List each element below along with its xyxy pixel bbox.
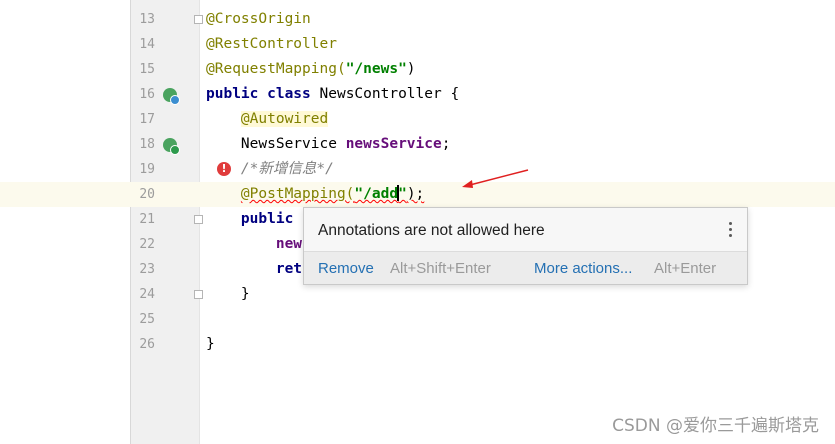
code-token: "/news"	[345, 61, 407, 77]
code-token: @CrossOrigin	[206, 11, 311, 27]
code-token: ret	[206, 261, 303, 277]
code-text[interactable]: ret	[206, 257, 302, 282]
line-number: 21	[139, 212, 155, 227]
code-token: "	[398, 186, 407, 202]
more-options-icon[interactable]	[729, 222, 733, 240]
code-text[interactable]: public	[206, 207, 293, 232]
navigate-autowired-icon[interactable]	[163, 138, 180, 155]
code-line[interactable]: 13 @CrossOrigin	[0, 7, 835, 32]
code-line[interactable]: 25	[0, 307, 835, 332]
watermark: CSDN @爱你三千遍斯塔克	[612, 416, 819, 436]
code-token: );	[406, 186, 425, 202]
code-token: public class	[206, 86, 320, 102]
line-number: 18	[139, 137, 155, 152]
code-text[interactable]: NewsService newsService;	[206, 132, 451, 157]
code-token: ;	[441, 136, 451, 152]
line-number: 23	[139, 262, 155, 277]
code-text[interactable]: @RequestMapping("/news")	[206, 57, 416, 82]
line-number: 24	[139, 287, 155, 302]
more-actions-link[interactable]: More actions...	[534, 260, 632, 277]
code-token: @Autowired	[240, 111, 329, 127]
error-bulb-icon[interactable]: !	[217, 162, 231, 176]
error-message: Annotations are not allowed here	[318, 222, 545, 239]
code-line[interactable]: 16 public class NewsController {	[0, 82, 835, 107]
code-line[interactable]: 20 @PostMapping("/add");	[0, 182, 835, 207]
line-number: 20	[139, 187, 155, 202]
fold-marker-icon[interactable]	[194, 215, 203, 224]
line-number: 17	[139, 112, 155, 127]
error-popup: Annotations are not allowed here Remove …	[303, 207, 748, 285]
code-text[interactable]: @PostMapping("/add");	[206, 182, 424, 207]
code-line[interactable]: 19 /*新增信息*/	[0, 157, 835, 182]
fold-marker-icon[interactable]	[194, 290, 203, 299]
code-text[interactable]: }	[206, 282, 250, 307]
line-number: 26	[139, 337, 155, 352]
line-number: 19	[139, 162, 155, 177]
spring-bean-icon[interactable]	[163, 88, 180, 105]
code-token: newsService	[345, 136, 442, 152]
line-number: 25	[139, 312, 155, 327]
code-token: @RestController	[206, 36, 337, 52]
code-line[interactable]: 18 NewsService newsService;	[0, 132, 835, 157]
quick-fix-bar: Remove Alt+Shift+Enter More actions... A…	[304, 251, 747, 284]
code-text[interactable]: @RestController	[206, 32, 337, 57]
code-line[interactable]: 17 @Autowired	[0, 107, 835, 132]
code-text[interactable]: public class NewsController {	[206, 82, 459, 107]
code-text[interactable]: }	[206, 332, 215, 357]
code-token: "/add	[354, 186, 399, 202]
code-token: }	[206, 286, 250, 302]
code-token: NewsController {	[319, 86, 460, 102]
code-line[interactable]: 26}	[0, 332, 835, 357]
code-text[interactable]: @Autowired	[206, 107, 329, 132]
code-text[interactable]: new	[206, 232, 302, 257]
code-line[interactable]: 24 }	[0, 282, 835, 307]
line-number: 15	[139, 62, 155, 77]
code-token: }	[206, 336, 215, 352]
code-token: NewsService	[206, 136, 346, 152]
code-token: @RequestMapping(	[206, 61, 346, 77]
fold-marker-icon[interactable]	[194, 15, 203, 24]
code-token: public	[206, 211, 294, 227]
code-line[interactable]: 15 @RequestMapping("/news")	[0, 57, 835, 82]
line-number: 22	[139, 237, 155, 252]
code-token: new	[206, 236, 303, 252]
red-arrow-annotation	[462, 169, 529, 188]
remove-shortcut: Alt+Shift+Enter	[390, 260, 491, 277]
line-number: 16	[139, 87, 155, 102]
remove-action[interactable]: Remove	[318, 260, 374, 277]
more-actions-shortcut: Alt+Enter	[654, 260, 717, 277]
code-token: @PostMapping(	[240, 186, 355, 202]
code-token: )	[406, 61, 416, 77]
line-number: 14	[139, 37, 155, 52]
line-number: 13	[139, 12, 155, 27]
code-text[interactable]: @CrossOrigin	[206, 7, 311, 32]
code-line[interactable]: 14 @RestController	[0, 32, 835, 57]
